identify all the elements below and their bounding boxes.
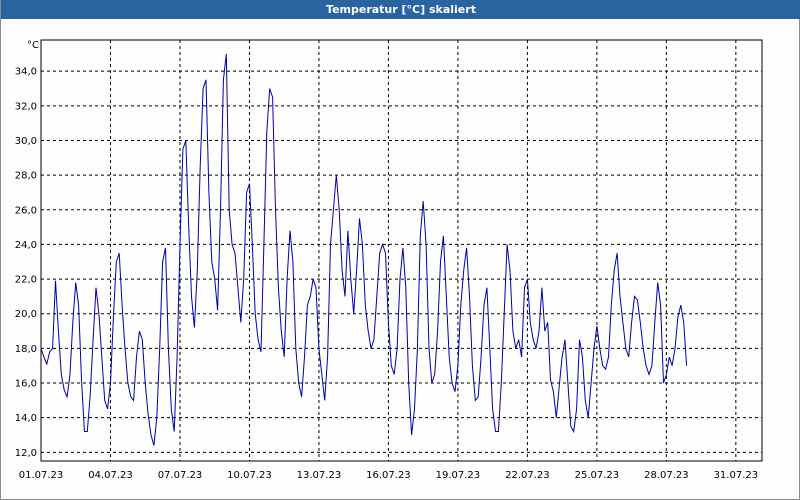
y-tick-labels: 12,0 14,0 16,0 18,0 20,0 22,0 24,0 26,0 28,0 30,0… [15,67,37,459]
y-tick-label: 12,0 [15,448,37,459]
temperature-chart: °C 12,0 14,0 16,0 18,0 20,0 22,0 24,0 26,0 28,0 3… [15,39,763,481]
y-tick-label: 20,0 [15,309,37,320]
x-tick-label: 13.07.23 [297,470,342,481]
x-tick-label: 07.07.23 [158,470,203,481]
y-tick-label: 32,0 [15,101,37,112]
y-tick-label: 34,0 [15,67,37,78]
y-tick-label: 22,0 [15,275,37,286]
y-tick-label: 24,0 [15,240,37,251]
y-axis-unit-label: °C [27,40,39,51]
temperature-series-line [40,53,688,446]
chart-grid [41,40,762,461]
plot-area-border [40,39,763,462]
x-tick-label: 28.07.23 [644,470,689,481]
x-tick-label: 25.07.23 [575,470,620,481]
y-tick-label: 26,0 [15,205,37,216]
x-tick-label: 16.07.23 [366,470,411,481]
y-tick-label: 28,0 [15,171,37,182]
x-tick-label: 19.07.23 [436,470,481,481]
x-tick-label: 22.07.23 [505,470,550,481]
y-tick-label: 14,0 [15,413,37,424]
x-tick-label: 31.07.23 [714,470,759,481]
chart-window: Temperatur [°C] skaliert °C 12,0 14,0 16,0… [0,0,800,500]
x-tick-label: 10.07.23 [227,470,272,481]
x-tick-label: 01.07.23 [19,470,64,481]
y-tick-label: 30,0 [15,136,37,147]
x-tick-labels: 01.07.23 04.07.23 07.07.23 10.07.23 13.07.23… [19,470,758,481]
y-tick-label: 16,0 [15,379,37,390]
y-tick-label: 18,0 [15,344,37,355]
x-tick-label: 04.07.23 [88,470,133,481]
